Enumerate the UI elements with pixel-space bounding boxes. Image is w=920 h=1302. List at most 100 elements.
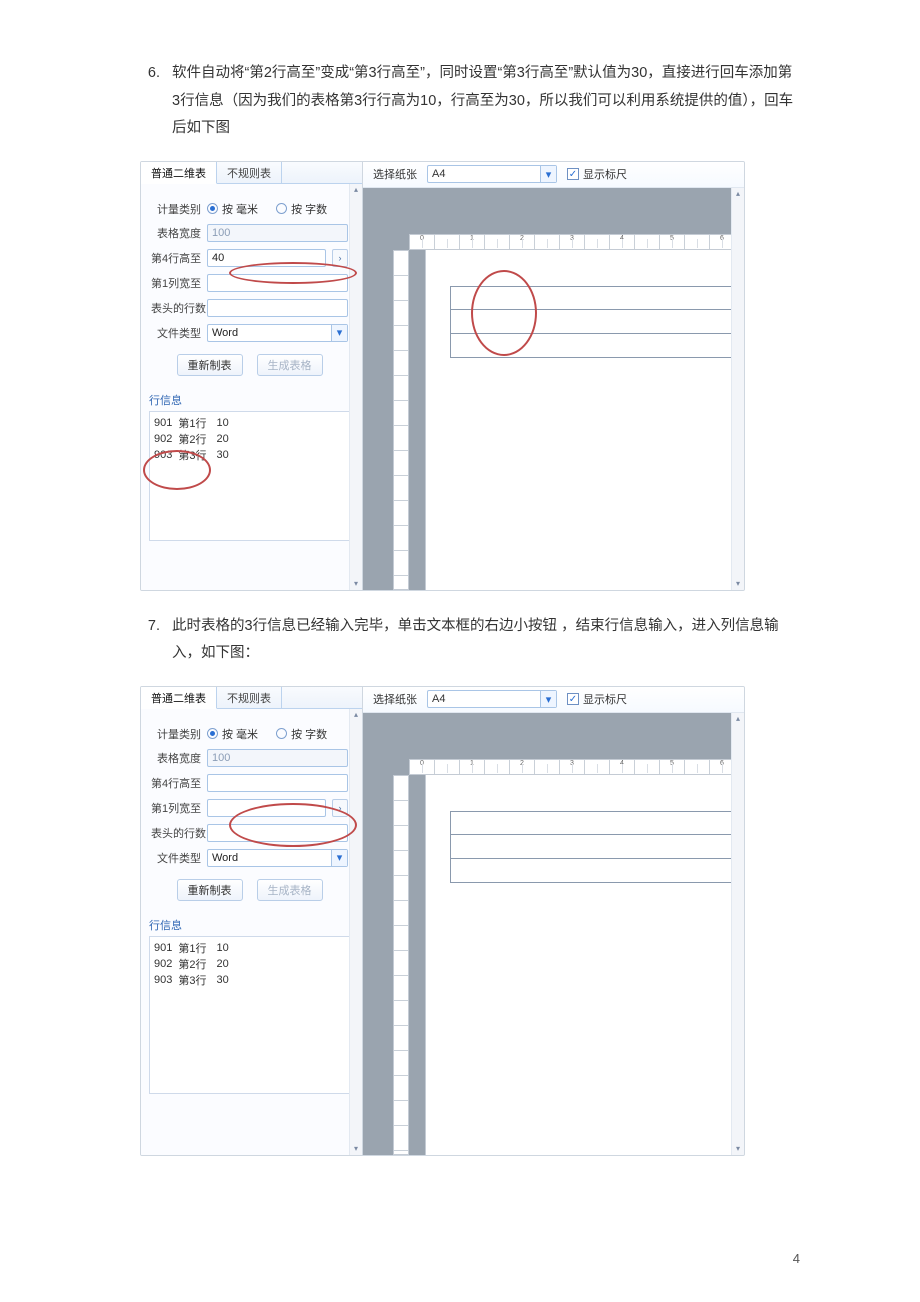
panel-scrollbar[interactable]: ▴ ▾ (349, 709, 362, 1155)
vertical-ruler (393, 775, 409, 1155)
col-width-input[interactable] (207, 274, 348, 292)
row-info-list[interactable]: 901第1行10902第2行20903第3行30 (149, 936, 354, 1094)
chevron-down-icon: ▾ (331, 850, 347, 866)
col-width-label: 第1列宽至 (151, 800, 201, 816)
tab-irregular[interactable]: 不规则表 (217, 687, 282, 708)
canvas-scrollbar[interactable]: ▴ ▾ (731, 713, 744, 1155)
reset-button[interactable]: 重新制表 (177, 879, 243, 901)
show-ruler-checkbox[interactable]: ✓ 显示标尺 (567, 691, 627, 707)
ruler-tick: 5 (660, 760, 685, 774)
panel-tabs: 普通二维表 不规则表 (141, 162, 362, 184)
ruler-tick (685, 760, 710, 774)
scroll-down-icon[interactable]: ▾ (732, 578, 744, 590)
row-info-title: 行信息 (149, 392, 362, 408)
file-type-label: 文件类型 (151, 325, 201, 341)
panel-scrollbar[interactable]: ▴ ▾ (349, 184, 362, 590)
row-info-item[interactable]: 903第3行30 (154, 447, 239, 463)
step-number: 6. (140, 60, 160, 143)
tab-irregular[interactable]: 不规则表 (217, 162, 282, 183)
scroll-down-icon[interactable]: ▾ (350, 1143, 362, 1155)
step-text: 此时表格的3行信息已经输入完毕，单击文本框的右边小按钮 ，结束行信息输入，进入列… (172, 613, 800, 668)
show-ruler-checkbox[interactable]: ✓ 显示标尺 (567, 166, 627, 182)
scroll-up-icon[interactable]: ▴ (350, 709, 362, 721)
properties-panel: 普通二维表 不规则表 ▴ ▾ 计量类别 按 毫米 按 字数 表格宽度 100 (141, 162, 363, 590)
paper (425, 250, 744, 590)
tab-normal-2d[interactable]: 普通二维表 (141, 687, 217, 709)
row-info-title: 行信息 (149, 917, 362, 933)
file-type-select[interactable]: Word ▾ (207, 324, 348, 342)
row-info-item[interactable]: 903第3行30 (154, 972, 239, 988)
preview-table-row (450, 835, 736, 859)
canvas-scrollbar[interactable]: ▴ ▾ (731, 188, 744, 590)
scroll-down-icon[interactable]: ▾ (350, 578, 362, 590)
row-info-item[interactable]: 901第1行10 (154, 940, 239, 956)
col-width-label: 第1列宽至 (151, 275, 201, 291)
row-info-item[interactable]: 902第2行20 (154, 956, 239, 972)
generate-button[interactable]: 生成表格 (257, 879, 323, 901)
row-height-input[interactable]: 40 (207, 249, 326, 267)
col-width-input[interactable] (207, 799, 326, 817)
ruler-tick: 1 (460, 235, 485, 249)
row-info-item[interactable]: 902第2行20 (154, 431, 239, 447)
chevron-right-icon: › (339, 803, 342, 813)
row-height-label: 第4行高至 (151, 250, 201, 266)
scroll-up-icon[interactable]: ▴ (732, 188, 744, 200)
tab-normal-2d[interactable]: 普通二维表 (141, 162, 217, 184)
row-height-next-button[interactable]: › (332, 249, 348, 267)
ruler-tick (485, 760, 510, 774)
radio-dot-on-icon (207, 728, 218, 739)
preview-table-row (450, 334, 736, 358)
chevron-down-icon: ▾ (540, 166, 556, 182)
scroll-down-icon[interactable]: ▾ (732, 1143, 744, 1155)
step-text: 软件自动将“第2行高至”变成“第3行高至”，同时设置“第3行高至”默认值为30，… (172, 60, 800, 143)
horizontal-ruler: 012345678910 (409, 759, 744, 775)
row-height-input[interactable] (207, 774, 348, 792)
header-rows-label: 表头的行数 (151, 300, 201, 316)
generate-button[interactable]: 生成表格 (257, 354, 323, 376)
preview-table (450, 286, 736, 358)
radio-mm[interactable]: 按 毫米 (207, 726, 258, 742)
col-width-next-button[interactable]: › (332, 799, 348, 817)
scroll-up-icon[interactable]: ▴ (350, 184, 362, 196)
table-width-label: 表格宽度 (151, 225, 201, 241)
file-type-label: 文件类型 (151, 850, 201, 866)
table-width-input[interactable]: 100 (207, 749, 348, 767)
check-icon: ✓ (569, 694, 577, 705)
file-type-select[interactable]: Word ▾ (207, 849, 348, 867)
radio-mm[interactable]: 按 毫米 (207, 201, 258, 217)
ruler-tick: 2 (510, 760, 535, 774)
ruler-tick (635, 235, 660, 249)
screenshot-step6: 普通二维表 不规则表 ▴ ▾ 计量类别 按 毫米 按 字数 表格宽度 100 (140, 161, 745, 591)
panel-tabs: 普通二维表 不规则表 (141, 687, 362, 709)
preview-table (450, 811, 736, 883)
radio-chars[interactable]: 按 字数 (276, 726, 327, 742)
scroll-up-icon[interactable]: ▴ (732, 713, 744, 725)
ruler-tick: 4 (610, 235, 635, 249)
step-number: 7. (140, 613, 160, 668)
header-rows-input[interactable] (207, 824, 348, 842)
ruler-tick: 5 (660, 235, 685, 249)
ruler-tick (435, 235, 460, 249)
table-width-input[interactable]: 100 (207, 224, 348, 242)
chevron-down-icon: ▾ (540, 691, 556, 707)
radio-chars[interactable]: 按 字数 (276, 201, 327, 217)
ruler-tick (535, 235, 560, 249)
reset-button[interactable]: 重新制表 (177, 354, 243, 376)
row-info-item[interactable]: 901第1行10 (154, 415, 239, 431)
paper-select[interactable]: A4 ▾ (427, 165, 557, 183)
paper-label: 选择纸张 (373, 691, 417, 707)
header-rows-input[interactable] (207, 299, 348, 317)
ruler-tick: 1 (460, 760, 485, 774)
paper-select[interactable]: A4 ▾ (427, 690, 557, 708)
paper-label: 选择纸张 (373, 166, 417, 182)
ruler-tick: 0 (410, 235, 435, 249)
preview-table-row (450, 859, 736, 883)
ruler-tick: 0 (410, 760, 435, 774)
horizontal-ruler: 012345678910 (409, 234, 744, 250)
ruler-tick: 3 (560, 235, 585, 249)
row-info-list[interactable]: 901第1行10902第2行20903第3行30 (149, 411, 354, 541)
measure-label: 计量类别 (151, 201, 201, 217)
ruler-tick (635, 760, 660, 774)
ruler-tick (585, 760, 610, 774)
ruler-tick: 4 (610, 760, 635, 774)
